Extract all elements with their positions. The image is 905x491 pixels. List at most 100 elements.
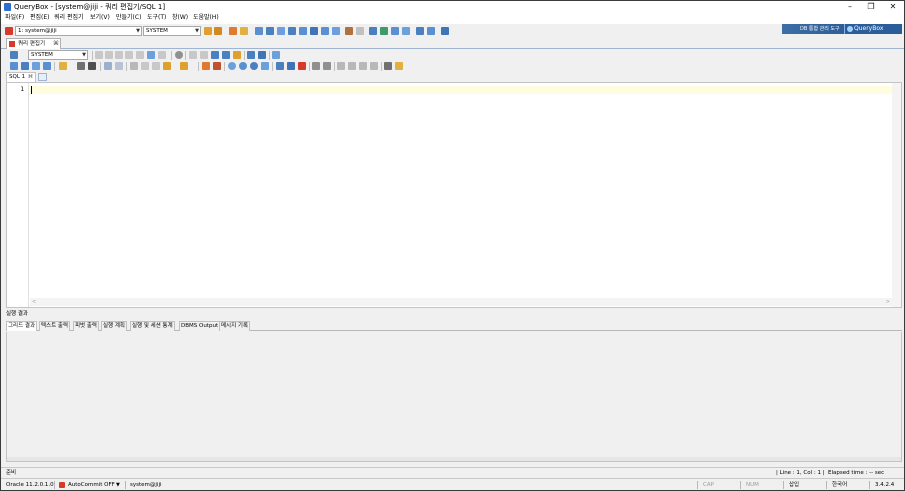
paste-special-icon[interactable]: [163, 62, 171, 70]
bookmark-icon[interactable]: [233, 51, 241, 59]
filter-icon[interactable]: [441, 27, 449, 35]
connection-icon[interactable]: [5, 27, 13, 35]
scroll-left-icon[interactable]: <: [32, 298, 36, 306]
layout-icon[interactable]: [416, 27, 424, 35]
find-prev-icon[interactable]: [250, 62, 258, 70]
chevron-down-icon[interactable]: ▼: [116, 481, 120, 490]
export-icon[interactable]: [380, 27, 388, 35]
replace-icon[interactable]: [261, 62, 269, 70]
clipboard-icon[interactable]: [180, 62, 188, 70]
format-icon[interactable]: [147, 51, 155, 59]
menu-tools[interactable]: 도구(T): [147, 13, 166, 23]
sequence-icon[interactable]: [332, 27, 340, 35]
align-center-icon[interactable]: [348, 62, 356, 70]
text-mode-icon[interactable]: [222, 51, 230, 59]
connect-icon[interactable]: [204, 27, 212, 35]
open-file-icon[interactable]: [266, 27, 274, 35]
outdent-icon[interactable]: [105, 51, 113, 59]
menu-query-editor[interactable]: 쿼리 편집기: [54, 13, 84, 23]
tab-query-editor[interactable]: 쿼리 편집기 ⌘: [6, 38, 61, 49]
tab-execution-plan[interactable]: 실행 계획: [101, 321, 127, 331]
align-left-icon[interactable]: [337, 62, 345, 70]
undo-icon[interactable]: [104, 62, 112, 70]
copy-icon[interactable]: [141, 62, 149, 70]
vertical-scroll-area[interactable]: [892, 83, 901, 307]
debug-icon[interactable]: [211, 51, 219, 59]
user-icon[interactable]: [345, 27, 353, 35]
close-window-button[interactable]: ✕: [883, 1, 903, 13]
horizontal-scrollbar[interactable]: < >: [30, 298, 892, 306]
save-icon[interactable]: [77, 62, 85, 70]
menu-help[interactable]: 도움말(H): [193, 13, 219, 23]
save-as-icon[interactable]: [88, 62, 96, 70]
cut-icon[interactable]: [130, 62, 138, 70]
toggle-bookmark-icon[interactable]: [276, 62, 284, 70]
redo-icon[interactable]: [115, 62, 123, 70]
justify-icon[interactable]: [370, 62, 378, 70]
scroll-right-icon[interactable]: >: [886, 298, 890, 306]
menu-create[interactable]: 만들기(C): [116, 13, 141, 23]
menu-file[interactable]: 파일(F): [5, 13, 24, 23]
commit-icon[interactable]: [229, 27, 237, 35]
table-icon[interactable]: [288, 27, 296, 35]
menu-view[interactable]: 보기(V): [90, 13, 110, 23]
paste-icon[interactable]: [152, 62, 160, 70]
connection-select[interactable]: 1: system@jiji ▼: [15, 26, 142, 36]
tab-pivot-output[interactable]: 피벗 출력: [73, 321, 99, 331]
align-right-icon[interactable]: [359, 62, 367, 70]
run-script-icon[interactable]: [21, 62, 29, 70]
run-selection-icon[interactable]: [32, 62, 40, 70]
import-icon[interactable]: [391, 27, 399, 35]
rollback-icon[interactable]: [240, 27, 248, 35]
tab-text-output[interactable]: 텍스트 출력: [39, 321, 71, 331]
tab-message-log[interactable]: 메시지 기록: [219, 321, 251, 331]
run-statement-icon[interactable]: [10, 62, 18, 70]
autocommit-toggle[interactable]: AutoCommit OFF: [68, 481, 115, 490]
find-object-icon[interactable]: [277, 27, 285, 35]
stop-icon[interactable]: [175, 51, 183, 59]
open-folder-icon[interactable]: [59, 62, 67, 70]
clear-bookmarks-icon[interactable]: [298, 62, 306, 70]
menu-edit[interactable]: 편집(E): [30, 13, 50, 23]
lowercase-icon[interactable]: [158, 51, 166, 59]
indent-icon[interactable]: [95, 51, 103, 59]
highlight-icon[interactable]: [395, 62, 403, 70]
tab-dbms-output[interactable]: DBMS Output: [179, 321, 221, 331]
new-sql-tab-button[interactable]: [38, 73, 47, 81]
minimize-button[interactable]: –: [840, 1, 860, 13]
restore-button[interactable]: ❐: [861, 1, 881, 13]
explain-plan-icon[interactable]: [189, 51, 197, 59]
tab-sql-1[interactable]: SQL 1 ⌘: [6, 72, 36, 82]
new-query-icon[interactable]: [255, 27, 263, 35]
uppercase-icon[interactable]: [136, 51, 144, 59]
close-icon[interactable]: ⌘: [28, 73, 33, 82]
tab-execution-stats[interactable]: 실행 및 세션 통계: [130, 321, 175, 331]
expand-icon[interactable]: [323, 62, 331, 70]
collapse-icon[interactable]: [312, 62, 320, 70]
trace-icon[interactable]: [200, 51, 208, 59]
history-icon[interactable]: [272, 51, 280, 59]
split-icon[interactable]: [247, 51, 255, 59]
tab-grid-results[interactable]: 그리드 결과: [6, 321, 38, 331]
editor-schema-select[interactable]: SYSTEM ▼: [28, 50, 88, 60]
sort-icon[interactable]: [384, 62, 392, 70]
options-icon[interactable]: [427, 27, 435, 35]
run-to-cursor-icon[interactable]: [43, 62, 51, 70]
menu-window[interactable]: 창(W): [172, 13, 188, 23]
package-icon[interactable]: [321, 27, 329, 35]
grid-icon[interactable]: [258, 51, 266, 59]
close-icon[interactable]: ⌘: [53, 39, 59, 49]
comment-icon[interactable]: [115, 51, 123, 59]
uncomment-icon[interactable]: [125, 51, 133, 59]
find-next-icon[interactable]: [239, 62, 247, 70]
schema-select[interactable]: SYSTEM ▼: [143, 26, 201, 36]
sql-editor[interactable]: 1 < >: [6, 82, 902, 308]
execute-icon[interactable]: [10, 51, 18, 59]
session-icon[interactable]: [356, 27, 364, 35]
search-icon[interactable]: [228, 62, 236, 70]
goto-line-icon[interactable]: [213, 62, 221, 70]
disconnect-icon[interactable]: [214, 27, 222, 35]
find-replace-icon[interactable]: [202, 62, 210, 70]
monitor-icon[interactable]: [369, 27, 377, 35]
view-icon[interactable]: [299, 27, 307, 35]
